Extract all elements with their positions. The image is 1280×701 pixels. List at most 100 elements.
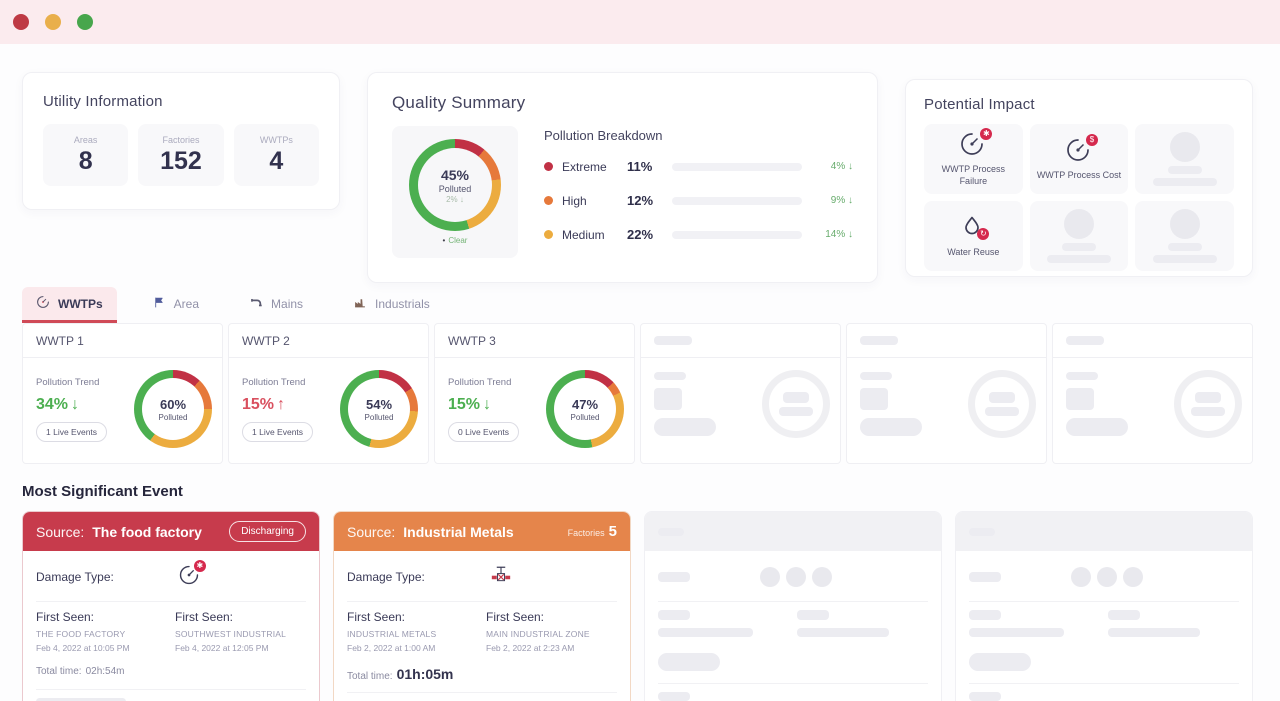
- skeleton-body: [847, 358, 1046, 448]
- stat-label: WWTPs: [260, 135, 293, 145]
- skeleton-body: [956, 551, 1252, 701]
- skeleton-bar: [654, 336, 692, 345]
- source-label: Source:: [36, 524, 84, 540]
- wwtp-card-body: Pollution Trend 34% ↓ 1 Live Events 60% …: [23, 358, 222, 458]
- row-value: 12%: [627, 193, 663, 208]
- first-seen-row: First Seen: INDUSTRIAL METALS Feb 2, 202…: [347, 610, 617, 653]
- skeleton-bar: [658, 572, 690, 582]
- event-card-skeleton: [955, 511, 1253, 701]
- wwtp-card-2[interactable]: WWTP 2 Pollution Trend 15% ↑ 1 Live Even…: [228, 323, 429, 464]
- donut-center-text: 54% Polluted: [340, 370, 418, 448]
- event-card-header: Source: The food factory Discharging: [23, 512, 319, 551]
- first-seen-place: SOUTHWEST INDUSTRIAL: [175, 629, 306, 639]
- skeleton-head: [641, 324, 840, 358]
- tab-industrials[interactable]: Industrials: [339, 288, 444, 323]
- droplet-recycle-icon: ↻: [959, 214, 987, 242]
- first-seen-label: First Seen:: [36, 610, 167, 624]
- skeleton-circle: [1071, 567, 1091, 587]
- skeleton-bar: [1108, 610, 1140, 620]
- breakdown-title: Pollution Breakdown: [544, 128, 853, 143]
- skeleton-left: [860, 372, 964, 436]
- utility-stats: Areas 8 Factories 152 WWTPs 4: [43, 124, 319, 186]
- skeleton-bar: [1108, 628, 1200, 637]
- trend-label: Pollution Trend: [448, 377, 542, 388]
- stat-label: Factories: [162, 135, 199, 145]
- wwtp-donut-chart: 54% Polluted: [340, 370, 418, 448]
- skeleton-bar: [1195, 392, 1221, 403]
- damage-type-label: Damage Type:: [347, 570, 425, 584]
- event-card-body: Damage Type: ✱ First Seen: THE FOOD FACT…: [23, 551, 319, 701]
- polluted-percent: 45%: [441, 167, 469, 183]
- pipe-icon: [249, 296, 263, 312]
- maximize-window-button[interactable]: [77, 14, 93, 30]
- trend-label: Pollution Trend: [36, 377, 130, 388]
- pollution-breakdown: Pollution Breakdown Extreme 11% 4% ↓: [544, 126, 853, 261]
- skeleton-block: [860, 388, 888, 410]
- total-time-value: 02h:54m: [86, 666, 125, 677]
- wwtp-trend-block: Pollution Trend 15% ↓ 0 Live Events: [448, 377, 542, 442]
- skeleton-col: [658, 610, 789, 637]
- event-card-food-factory[interactable]: Source: The food factory Discharging Dam…: [22, 511, 320, 701]
- first-seen-label: First Seen:: [175, 610, 306, 624]
- skeleton-col: [797, 610, 928, 637]
- skeleton-pill: [658, 653, 720, 671]
- skeleton-bar: [1047, 255, 1111, 263]
- gauge-alert-icon: ✱: [178, 564, 200, 591]
- recycle-badge: ↻: [977, 228, 989, 240]
- skeleton-bar: [969, 572, 1001, 582]
- donut-center-text: 47% Polluted: [546, 370, 624, 448]
- first-seen-time: Feb 4, 2022 at 10:05 PM: [36, 643, 167, 653]
- event-card-industrial-metals[interactable]: Source: Industrial Metals Factories 5 Da…: [333, 511, 631, 701]
- card-title: Utility Information: [43, 93, 319, 110]
- tab-area[interactable]: Area: [139, 288, 213, 323]
- trend-value: 2%: [446, 195, 458, 204]
- skeleton-bar: [658, 528, 684, 536]
- first-seen-time: Feb 2, 2022 at 2:23 AM: [486, 643, 617, 653]
- tab-label: Industrials: [375, 297, 430, 311]
- legend-dot-icon: •: [443, 236, 446, 245]
- high-dot-icon: [544, 196, 553, 205]
- skeleton-bar: [1191, 407, 1225, 416]
- donut-center-text: 45% Polluted 2% ↓: [409, 139, 501, 231]
- wwtp-trend-block: Pollution Trend 34% ↓ 1 Live Events: [36, 377, 130, 442]
- tab-label: Mains: [271, 297, 303, 311]
- change-value: 14%: [825, 229, 845, 240]
- card-title: Potential Impact: [924, 96, 1234, 113]
- trend-value: 15% ↓: [448, 396, 542, 414]
- flag-icon: [153, 296, 166, 312]
- quality-summary-card: Quality Summary 45% Polluted 2% ↓: [367, 72, 878, 283]
- live-events-pill[interactable]: 0 Live Events: [448, 422, 519, 442]
- skeleton-circles: [1071, 567, 1143, 587]
- skeleton-donut: [968, 370, 1036, 438]
- minimize-window-button[interactable]: [45, 14, 61, 30]
- skeleton-left: [1066, 372, 1170, 436]
- arrow-down-icon: ↓: [848, 195, 853, 206]
- skeleton-bar: [654, 372, 686, 380]
- trend-percent: 34%: [36, 396, 68, 414]
- row-label: Medium: [562, 228, 618, 242]
- wwtp-card-3[interactable]: WWTP 3 Pollution Trend 15% ↓ 0 Live Even…: [434, 323, 635, 464]
- close-window-button[interactable]: [13, 14, 29, 30]
- tab-wwtps[interactable]: WWTPs: [22, 287, 117, 323]
- wwtp-card-body: Pollution Trend 15% ↑ 1 Live Events 54% …: [229, 358, 428, 458]
- cost-badge: $: [1086, 134, 1098, 146]
- impact-grid: ✱ WWTP Process Failure $ WWTP Process Co…: [924, 124, 1234, 271]
- trend-label: Pollution Trend: [242, 377, 336, 388]
- trend-value: 15% ↑: [242, 396, 336, 414]
- skeleton-circle: [786, 567, 806, 587]
- stat-value: 152: [160, 147, 202, 176]
- skeleton-bar: [969, 528, 995, 536]
- discharging-badge[interactable]: Discharging: [229, 521, 306, 542]
- polluted-percent: 60%: [160, 397, 186, 412]
- wwtp-card-1[interactable]: WWTP 1 Pollution Trend 34% ↓ 1 Live Even…: [22, 323, 223, 464]
- skeleton-pill: [969, 653, 1031, 671]
- polluted-label: Polluted: [571, 413, 600, 422]
- wwtp-donut-chart: 60% Polluted: [134, 370, 212, 448]
- live-events-pill[interactable]: 1 Live Events: [242, 422, 313, 442]
- skeleton-bar: [1153, 255, 1217, 263]
- live-events-pill[interactable]: 1 Live Events: [36, 422, 107, 442]
- first-seen-destination: First Seen: SOUTHWEST INDUSTRIAL Feb 4, …: [175, 610, 306, 653]
- medium-dot-icon: [544, 230, 553, 239]
- tab-mains[interactable]: Mains: [235, 288, 317, 323]
- arrow-down-icon: ↓: [460, 195, 464, 204]
